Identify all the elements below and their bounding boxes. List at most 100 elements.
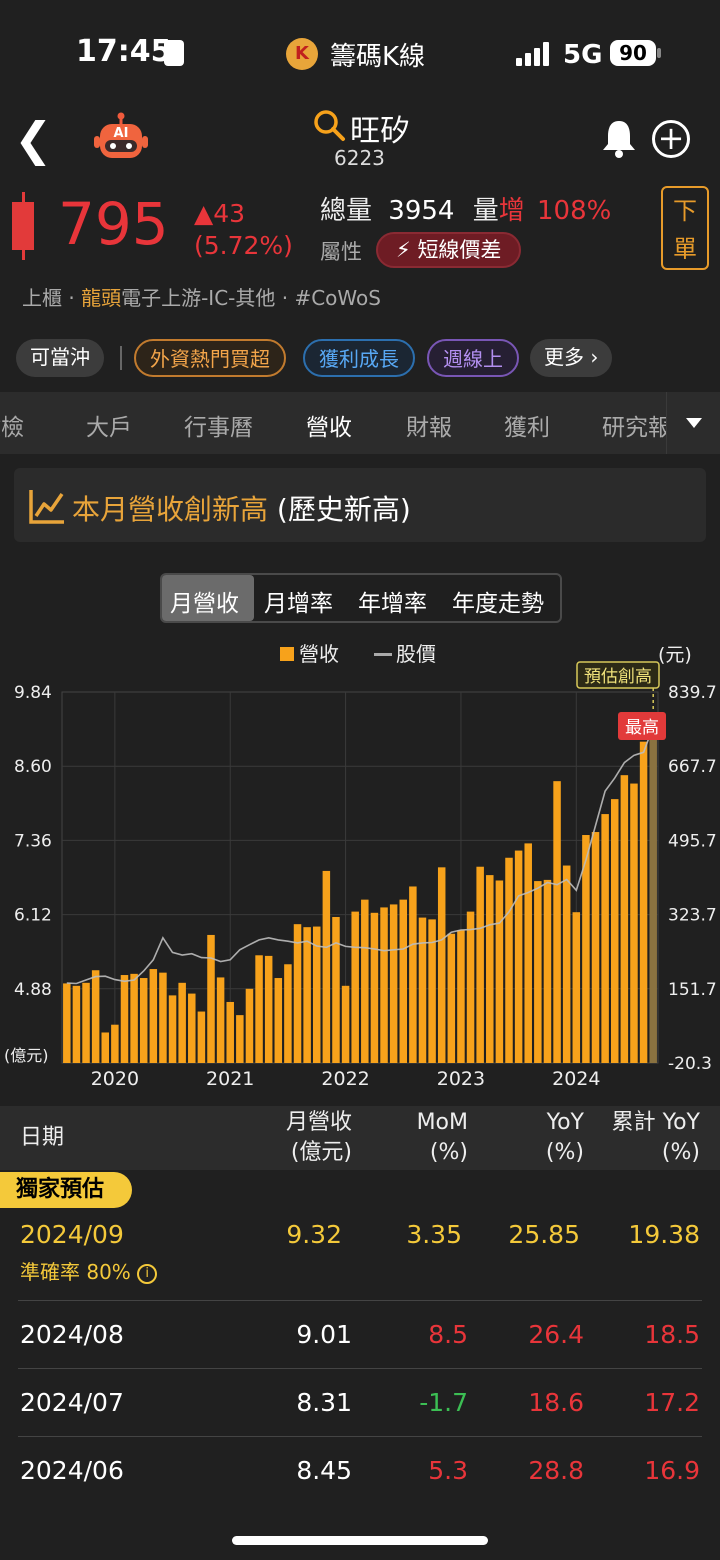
revenue-bar bbox=[514, 850, 523, 1063]
revenue-bar bbox=[255, 955, 263, 1063]
revenue-bar bbox=[139, 978, 148, 1063]
current-price: 795 bbox=[58, 190, 169, 258]
segment-mom[interactable]: 月增率 bbox=[264, 584, 333, 618]
order-button-line2: 單 bbox=[673, 235, 697, 263]
stock-name[interactable]: 旺矽 bbox=[350, 106, 410, 150]
candle-icon bbox=[12, 202, 34, 250]
tab-health[interactable]: 健檢 bbox=[0, 408, 24, 442]
segment-annual-trend[interactable]: 年度走勢 bbox=[452, 584, 544, 618]
cell-cum-yoy: 19.38 bbox=[628, 1220, 700, 1249]
revenue-bar bbox=[120, 975, 129, 1063]
revenue-bar bbox=[216, 977, 225, 1063]
tab-research[interactable]: 研究報 bbox=[602, 408, 671, 442]
revenue-bar bbox=[159, 972, 167, 1063]
tab-calendar[interactable]: 行事曆 bbox=[184, 408, 253, 442]
revenue-bar bbox=[572, 912, 581, 1063]
order-button[interactable]: 下 單 bbox=[661, 186, 709, 270]
row-divider bbox=[18, 1436, 702, 1437]
attribute-badge-label: 短線價差 bbox=[417, 238, 502, 262]
revenue-bar bbox=[63, 983, 71, 1063]
table-row-forecast[interactable]: 2024/09 準確率 80% i 9.32 3.35 25.85 19.38 bbox=[0, 1220, 720, 1296]
chip-day-trade[interactable]: 可當沖 bbox=[16, 339, 104, 377]
table-row[interactable]: 2024/08 9.01 8.5 26.4 18.5 bbox=[0, 1320, 720, 1360]
cell-date: 2024/09 bbox=[20, 1220, 124, 1249]
chip-foreign-buy[interactable]: 外資熱門買超 bbox=[134, 339, 286, 377]
cell-cum-yoy: 16.9 bbox=[644, 1456, 700, 1485]
legend-revenue: 營收 bbox=[299, 642, 339, 666]
battery-icon: 90 bbox=[610, 40, 656, 66]
revenue-bar bbox=[553, 781, 561, 1063]
revenue-bar bbox=[524, 843, 532, 1063]
header-cum-yoy-top: 累計 YoY bbox=[611, 1110, 700, 1135]
volume-value: 3954 bbox=[388, 196, 455, 226]
revenue-bar bbox=[495, 880, 504, 1063]
cell-yoy: 25.85 bbox=[508, 1220, 580, 1249]
revenue-bar bbox=[543, 879, 552, 1063]
back-icon[interactable]: ❮ bbox=[14, 112, 53, 166]
chip-more[interactable]: 更多 › bbox=[530, 339, 613, 377]
highest-text: 最高 bbox=[625, 718, 659, 738]
revenue-bar bbox=[207, 934, 215, 1063]
chip-profit-growth[interactable]: 獲利成長 bbox=[303, 339, 415, 377]
segment-monthly-revenue[interactable]: 月營收 bbox=[170, 584, 239, 618]
add-watchlist-icon[interactable]: + bbox=[652, 120, 690, 158]
id-card-icon bbox=[164, 40, 184, 66]
cell-cum-yoy: 17.2 bbox=[644, 1388, 700, 1417]
cell-accuracy: 準確率 80% i bbox=[20, 1256, 158, 1285]
table-row[interactable]: 2024/07 8.31 -1.7 18.6 17.2 bbox=[0, 1388, 720, 1428]
industry-text: 電子上游-IC-其他 · #CoWoS bbox=[121, 286, 381, 310]
table-row[interactable]: 2024/06 8.45 5.3 28.8 16.9 bbox=[0, 1456, 720, 1496]
price-change-value: ▲43 bbox=[194, 199, 246, 228]
price-change: ▲43 (5.72%) bbox=[194, 198, 293, 262]
revenue-bar bbox=[380, 907, 388, 1063]
tab-revenue[interactable]: 營收 bbox=[306, 408, 352, 442]
revenue-bar bbox=[72, 985, 81, 1063]
forecast-high-text: 預估創高 bbox=[584, 667, 652, 687]
attribute-badge[interactable]: ⚡︎ 短線價差 bbox=[376, 232, 522, 268]
chip-weekly-up[interactable]: 週線上 bbox=[427, 339, 519, 377]
legend-swatch-price bbox=[374, 653, 392, 656]
y-right-tick-label: 495.7 bbox=[668, 831, 717, 851]
y-left-tick-label: 6.12 bbox=[14, 906, 52, 926]
cell-yoy: 18.6 bbox=[528, 1388, 584, 1417]
volume-increase-label-b: 增 bbox=[498, 196, 525, 226]
industry-line: 上櫃 · 龍頭電子上游-IC-其他 · #CoWoS bbox=[22, 286, 381, 310]
cell-mom: -1.7 bbox=[419, 1388, 468, 1417]
cell-revenue: 9.32 bbox=[286, 1220, 342, 1249]
table-header: 日期 月營收 (億元) MoM (%) YoY (%) 累計 YoY (%) bbox=[0, 1106, 720, 1170]
revenue-bar bbox=[82, 982, 90, 1063]
revenue-bar bbox=[447, 933, 456, 1063]
header-mom-bottom: (%) bbox=[429, 1140, 468, 1165]
revenue-bar bbox=[534, 881, 542, 1063]
header-revenue-bottom: (億元) bbox=[290, 1140, 352, 1165]
tab-major-holders[interactable]: 大戶 bbox=[86, 408, 132, 442]
search-icon[interactable] bbox=[312, 108, 346, 142]
price-change-pct: (5.72%) bbox=[194, 231, 293, 260]
tab-more-button[interactable] bbox=[666, 392, 720, 454]
revenue-bar bbox=[486, 875, 494, 1063]
revenue-bar bbox=[264, 955, 273, 1063]
y-right-tick-label: 839.7 bbox=[668, 683, 717, 703]
volume-increase-value: 108% bbox=[537, 196, 612, 226]
volume-info: 總量 3954 量增 108% bbox=[320, 190, 611, 227]
info-icon[interactable]: i bbox=[137, 1263, 158, 1284]
revenue-bar bbox=[188, 993, 196, 1063]
tab-profit[interactable]: 獲利 bbox=[504, 408, 550, 442]
header-cum-yoy-bottom: (%) bbox=[661, 1140, 700, 1165]
revenue-bar bbox=[437, 867, 446, 1063]
segment-yoy[interactable]: 年增率 bbox=[358, 584, 427, 618]
header-revenue-top: 月營收 bbox=[285, 1110, 352, 1135]
header-cum-yoy: 累計 YoY (%) bbox=[612, 1108, 700, 1168]
cell-mom: 8.5 bbox=[428, 1320, 468, 1349]
revenue-bar bbox=[351, 911, 359, 1063]
y-right-tick-label: 151.7 bbox=[668, 980, 717, 1000]
legend-swatch-revenue bbox=[280, 647, 294, 661]
industry-lead: 龍頭 bbox=[81, 286, 122, 310]
home-indicator[interactable] bbox=[232, 1536, 488, 1545]
tab-financials[interactable]: 財報 bbox=[406, 408, 452, 442]
app-logo-icon: K bbox=[286, 38, 318, 70]
bell-icon[interactable] bbox=[600, 118, 638, 158]
ai-robot-icon[interactable]: AI bbox=[92, 112, 150, 162]
y-left-tick-label: (億元) bbox=[4, 1046, 49, 1065]
revenue-bar bbox=[630, 783, 638, 1063]
